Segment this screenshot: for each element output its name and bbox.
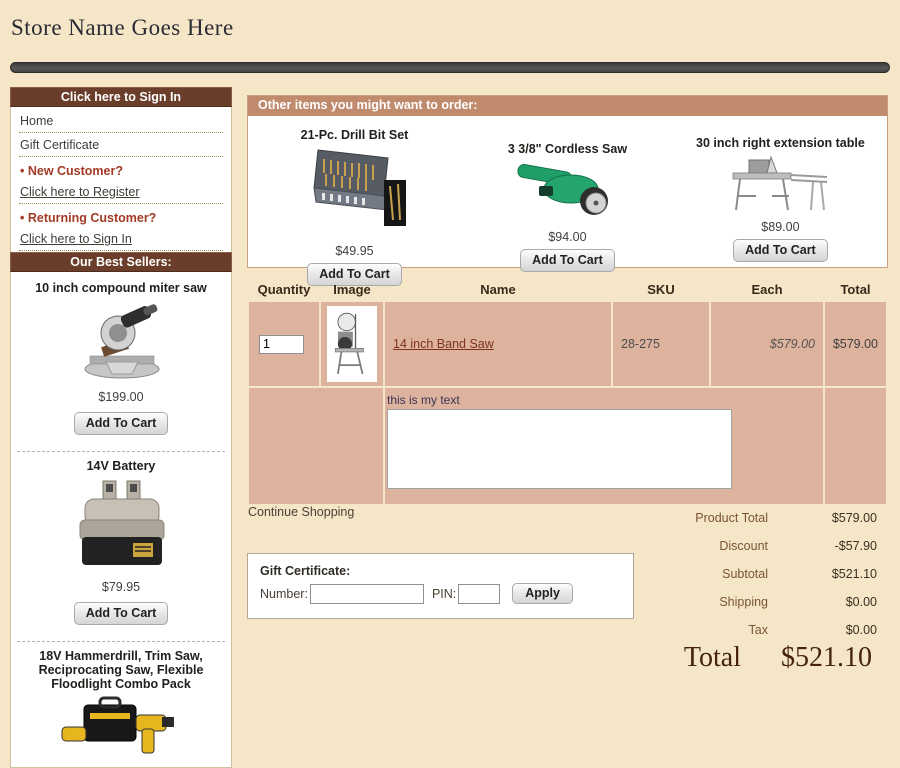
total-row-value: $0.00 xyxy=(768,588,878,616)
product-price: $94.00 xyxy=(548,230,586,244)
gift-pin-label: PIN: xyxy=(432,587,456,601)
suggested-item: 21-Pc. Drill Bit Set xyxy=(248,116,461,294)
gift-certificate-box: Gift Certificate: Number: PIN: Apply xyxy=(247,553,634,619)
suggested-items-header: Other items you might want to order: xyxy=(248,96,887,116)
column-header-image: Image xyxy=(321,280,383,300)
best-sellers-header: Our Best Sellers: xyxy=(10,252,232,272)
suggested-items-box: Other items you might want to order: 21-… xyxy=(247,95,888,268)
sku-value: 28-275 xyxy=(613,302,709,386)
cart-row: 14 inch Band Saw 28-275 $579.00 $579.00 xyxy=(249,302,886,386)
band-saw-image xyxy=(327,306,377,382)
gift-number-label: Number: xyxy=(260,587,308,601)
apply-button[interactable]: Apply xyxy=(512,583,573,604)
page-title: Store Name Goes Here xyxy=(11,15,234,41)
register-link[interactable]: Click here to Register xyxy=(19,180,223,204)
product-name: 21-Pc. Drill Bit Set xyxy=(301,128,409,142)
gift-pin-input[interactable] xyxy=(458,584,500,604)
product-price: $49.95 xyxy=(335,244,373,258)
total-row-value: $579.00 xyxy=(768,504,878,532)
signin-header[interactable]: Click here to Sign In xyxy=(10,87,232,107)
note-label: this is my text xyxy=(387,393,823,407)
column-header-name: Name xyxy=(385,280,611,300)
cart-table: Quantity Image Name SKU Each Total xyxy=(247,278,888,506)
combo-pack-image xyxy=(17,695,225,765)
drill-bit-set-image xyxy=(296,142,412,238)
add-to-cart-button[interactable]: Add To Cart xyxy=(74,412,169,435)
gift-number-input[interactable] xyxy=(310,584,424,604)
total-row-value: $0.00 xyxy=(768,616,878,644)
empty-cell xyxy=(825,388,886,504)
grand-total: Total $521.10 xyxy=(600,642,878,674)
total-price: $579.00 xyxy=(825,302,886,386)
cordless-saw-image xyxy=(509,160,625,224)
total-row-value: -$57.90 xyxy=(768,532,878,560)
product-name: 3 3/8" Cordless Saw xyxy=(508,142,627,156)
sidebar-signin-box: Click here to Sign In Home Gift Certific… xyxy=(10,87,232,257)
add-to-cart-button[interactable]: Add To Cart xyxy=(74,602,169,625)
product-name: 30 inch right extension table xyxy=(696,136,865,150)
best-seller-item: 14V Battery $79.95 Add To Cart xyxy=(17,452,225,642)
grand-total-label: Total xyxy=(684,642,741,674)
new-customer-label: • New Customer? xyxy=(19,157,223,180)
total-row-label: Tax xyxy=(600,616,768,644)
empty-cell xyxy=(249,388,383,504)
grand-total-value: $521.10 xyxy=(781,642,878,674)
signin-link[interactable]: Click here to Sign In xyxy=(19,227,223,251)
product-price: $89.00 xyxy=(761,220,799,234)
miter-saw-image xyxy=(17,299,225,385)
product-name: 14V Battery xyxy=(17,452,225,477)
product-name: 10 inch compound miter saw xyxy=(17,274,225,299)
product-link[interactable]: 14 inch Band Saw xyxy=(393,337,494,351)
column-header-sku: SKU xyxy=(613,280,709,300)
add-to-cart-button[interactable]: Add To Cart xyxy=(520,249,615,272)
column-header-each: Each xyxy=(711,280,823,300)
continue-shopping-link[interactable]: Continue Shopping xyxy=(248,505,354,519)
best-sellers-box: Our Best Sellers: 10 inch compound miter… xyxy=(10,252,232,672)
gift-certificate-title: Gift Certificate: xyxy=(248,554,633,583)
suggested-item: 3 3/8" Cordless Saw $94.00 Add To Cart xyxy=(461,116,674,294)
product-name: 18V Hammerdrill, Trim Saw, Reciprocating… xyxy=(17,642,225,695)
total-row-label: Discount xyxy=(600,532,768,560)
column-header-quantity: Quantity xyxy=(249,280,319,300)
sidebar-item-home[interactable]: Home xyxy=(19,109,223,133)
add-to-cart-button[interactable]: Add To Cart xyxy=(733,239,828,262)
total-row-label: Product Total xyxy=(600,504,768,532)
suggested-item: 30 inch right extension table $89.00 Add… xyxy=(674,116,887,294)
quantity-input[interactable] xyxy=(259,335,304,354)
returning-customer-label: • Returning Customer? xyxy=(19,204,223,227)
extension-table-image xyxy=(727,154,833,214)
product-price: $199.00 xyxy=(17,385,225,408)
best-seller-item: 10 inch compound miter saw $199.00 Add xyxy=(17,274,225,452)
header-divider-bar xyxy=(10,62,890,73)
best-seller-item: 18V Hammerdrill, Trim Saw, Reciprocating… xyxy=(17,642,225,765)
note-textarea[interactable] xyxy=(387,409,732,489)
product-price: $79.95 xyxy=(17,575,225,598)
total-row-label: Subtotal xyxy=(600,560,768,588)
total-row-label: Shipping xyxy=(600,588,768,616)
total-row-value: $521.10 xyxy=(768,560,878,588)
each-price: $579.00 xyxy=(711,302,823,386)
cart-note-row: this is my text xyxy=(249,388,886,504)
battery-image xyxy=(17,477,225,575)
sidebar-item-gift-certificate[interactable]: Gift Certificate xyxy=(19,133,223,157)
order-totals: Product Total $579.00 Discount -$57.90 S… xyxy=(600,504,878,644)
column-header-total: Total xyxy=(825,280,886,300)
